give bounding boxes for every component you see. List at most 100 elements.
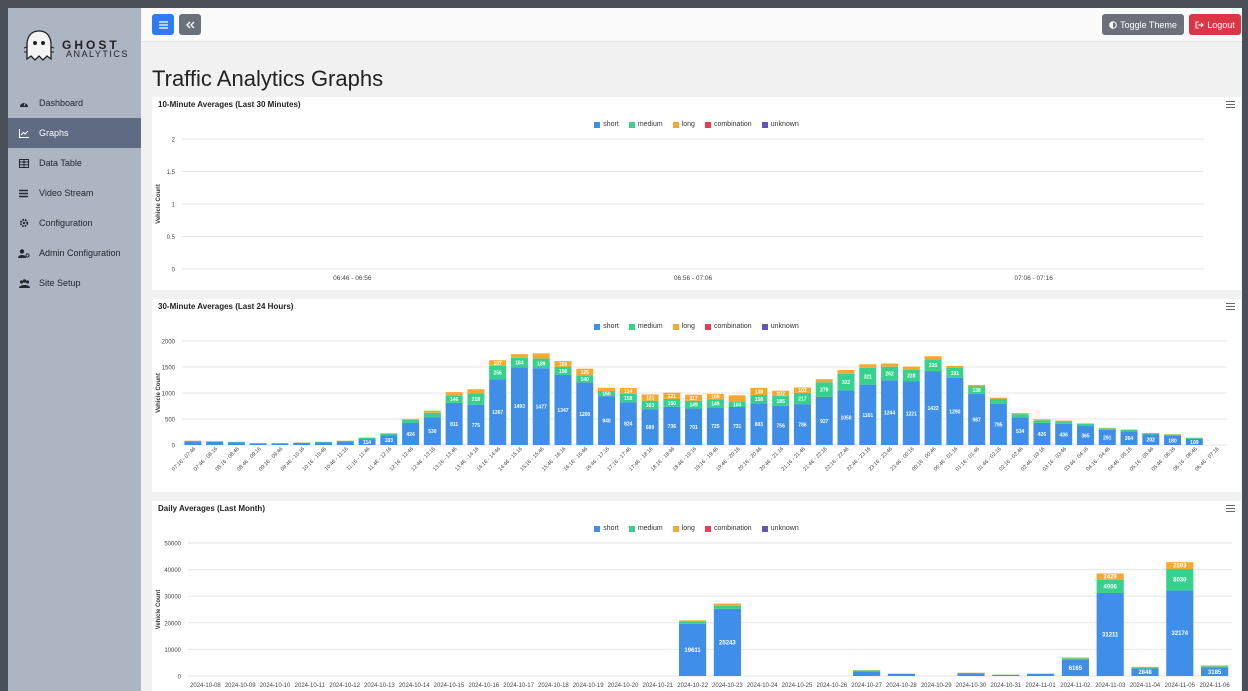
toggle-theme-button[interactable]: Toggle Theme (1102, 14, 1184, 35)
x-tick-label: 2024-10-21 (642, 683, 673, 689)
x-tick-label: 2024-11-01 (1025, 683, 1056, 689)
data-label: 126 (581, 370, 590, 376)
bar-short (887, 673, 915, 676)
legend-item[interactable]: medium (628, 323, 663, 330)
data-label: 150 (668, 401, 677, 407)
x-tick-label: 2024-10-19 (573, 683, 604, 689)
legend-item[interactable]: medium (628, 525, 663, 532)
logout-button[interactable]: Logout (1189, 14, 1241, 35)
legend-swatch (628, 323, 635, 330)
data-label: 140 (581, 377, 590, 383)
y-tick-label: 1000 (162, 392, 176, 398)
bar-long (1061, 657, 1089, 659)
y-tick-label: 0.5 (167, 235, 176, 241)
x-tick-label: 2024-10-11 (295, 683, 326, 689)
sidebar-item-graphs[interactable]: Graphs (8, 118, 141, 148)
legend-item[interactable]: unknown (761, 121, 799, 128)
bar-long (380, 433, 398, 434)
collapse-sidebar-button[interactable] (179, 14, 201, 35)
legend-item[interactable]: short (594, 121, 619, 128)
legend-swatch (594, 121, 601, 128)
sidebar-item-site-setup[interactable]: Site Setup (8, 268, 141, 298)
data-label: 163 (646, 403, 655, 409)
x-tick-label: 2024-11-02 (1060, 683, 1091, 689)
legend-item[interactable]: combination (704, 121, 752, 128)
y-tick-label: 1500 (162, 366, 176, 372)
legend-item[interactable]: combination (704, 323, 752, 330)
legend-item[interactable]: long (672, 525, 695, 532)
bar-short (853, 671, 881, 676)
data-label: 225 (929, 363, 938, 369)
sidebar-toggle-button[interactable] (152, 14, 174, 35)
x-tick-label: 2024-10-17 (503, 683, 534, 689)
sidebar-item-dashboard[interactable]: Dashboard (8, 88, 141, 118)
x-tick-label: 2024-10-25 (782, 683, 813, 689)
data-label: 121 (668, 394, 677, 400)
sidebar-nav: Dashboard Graphs Data Table Video Stream (8, 88, 141, 298)
sidebar-item-configuration[interactable]: Configuration (8, 208, 141, 238)
bar-medium (402, 419, 420, 423)
data-label: 158 (755, 397, 764, 403)
data-label: 803 (755, 422, 764, 428)
bar-medium (713, 605, 741, 609)
data-label: 701 (689, 425, 698, 431)
legend-item[interactable]: long (672, 323, 695, 330)
chart-menu-icon[interactable] (1226, 505, 1235, 512)
bar-long (1055, 420, 1073, 422)
data-label: 146 (450, 397, 459, 403)
x-tick-label: 2024-10-15 (434, 683, 465, 689)
legend-item[interactable]: long (672, 121, 695, 128)
bar-medium (358, 438, 376, 440)
x-tick-label: 2024-10-23 (712, 683, 743, 689)
legend-item[interactable]: short (594, 525, 619, 532)
legend-item[interactable]: combination (704, 525, 752, 532)
x-tick-label: 2024-10-16 (468, 683, 499, 689)
sidebar-item-admin-configuration[interactable]: Admin Configuration (8, 238, 141, 268)
chart-legend: short medium long combination unknown (152, 121, 1241, 128)
legend-item[interactable]: unknown (761, 525, 799, 532)
sidebar-item-data-table[interactable]: Data Table (8, 148, 141, 178)
data-label: 424 (406, 432, 415, 438)
sidebar: GHOST ANALYTICS Dashboard Graphs Data Ta… (8, 8, 141, 691)
data-label: 756 (777, 423, 786, 429)
sidebar-item-label: Admin Configuration (39, 248, 121, 258)
data-label: 775 (472, 423, 481, 429)
bar-long (728, 395, 746, 402)
line-chart-icon (18, 127, 30, 139)
sidebar-item-video-stream[interactable]: Video Stream (8, 178, 141, 208)
data-label: 104 (733, 402, 742, 408)
data-label: 138 (755, 389, 764, 395)
data-label: 109 (559, 362, 568, 368)
x-tick-label: 2024-10-22 (677, 683, 708, 689)
data-label: 262 (885, 372, 894, 378)
bar-medium (679, 621, 707, 624)
legend-item[interactable]: medium (628, 121, 663, 128)
legend-item[interactable]: unknown (761, 323, 799, 330)
data-label: 530 (428, 429, 437, 435)
legend-item[interactable]: short (594, 323, 619, 330)
chart-card-30-minute: 0 500 1000 1500 2000 Vehicle Count 07:16 - 07:… (152, 299, 1241, 492)
y-tick-label: 0 (178, 675, 182, 681)
bar-medium (1120, 429, 1138, 432)
data-label: 149 (711, 401, 720, 407)
data-label: 217 (798, 396, 807, 402)
y-tick-label: 10000 (164, 648, 181, 654)
bar-long (510, 354, 528, 358)
chart-menu-icon[interactable] (1226, 101, 1235, 108)
data-label: 824 (624, 422, 633, 428)
chart-menu-icon[interactable] (1226, 303, 1235, 310)
x-tick-label: 07:06 - 07:16 (1015, 275, 1054, 282)
data-label: 256 (494, 370, 503, 376)
data-label: 117 (690, 396, 698, 402)
legend-swatch (704, 121, 711, 128)
sign-out-icon (1195, 21, 1204, 28)
data-label: 264 (1125, 436, 1134, 442)
bar-long (1120, 429, 1138, 430)
chart-title: 30-Minute Averages (Last 24 Hours) (158, 302, 294, 311)
data-label: 184 (515, 361, 524, 367)
data-label: 291 (1103, 435, 1112, 441)
y-tick-label: 1 (172, 203, 176, 209)
ghost-logo-icon (23, 30, 55, 61)
data-label: 940 (602, 419, 611, 425)
data-label: 107 (494, 361, 503, 367)
